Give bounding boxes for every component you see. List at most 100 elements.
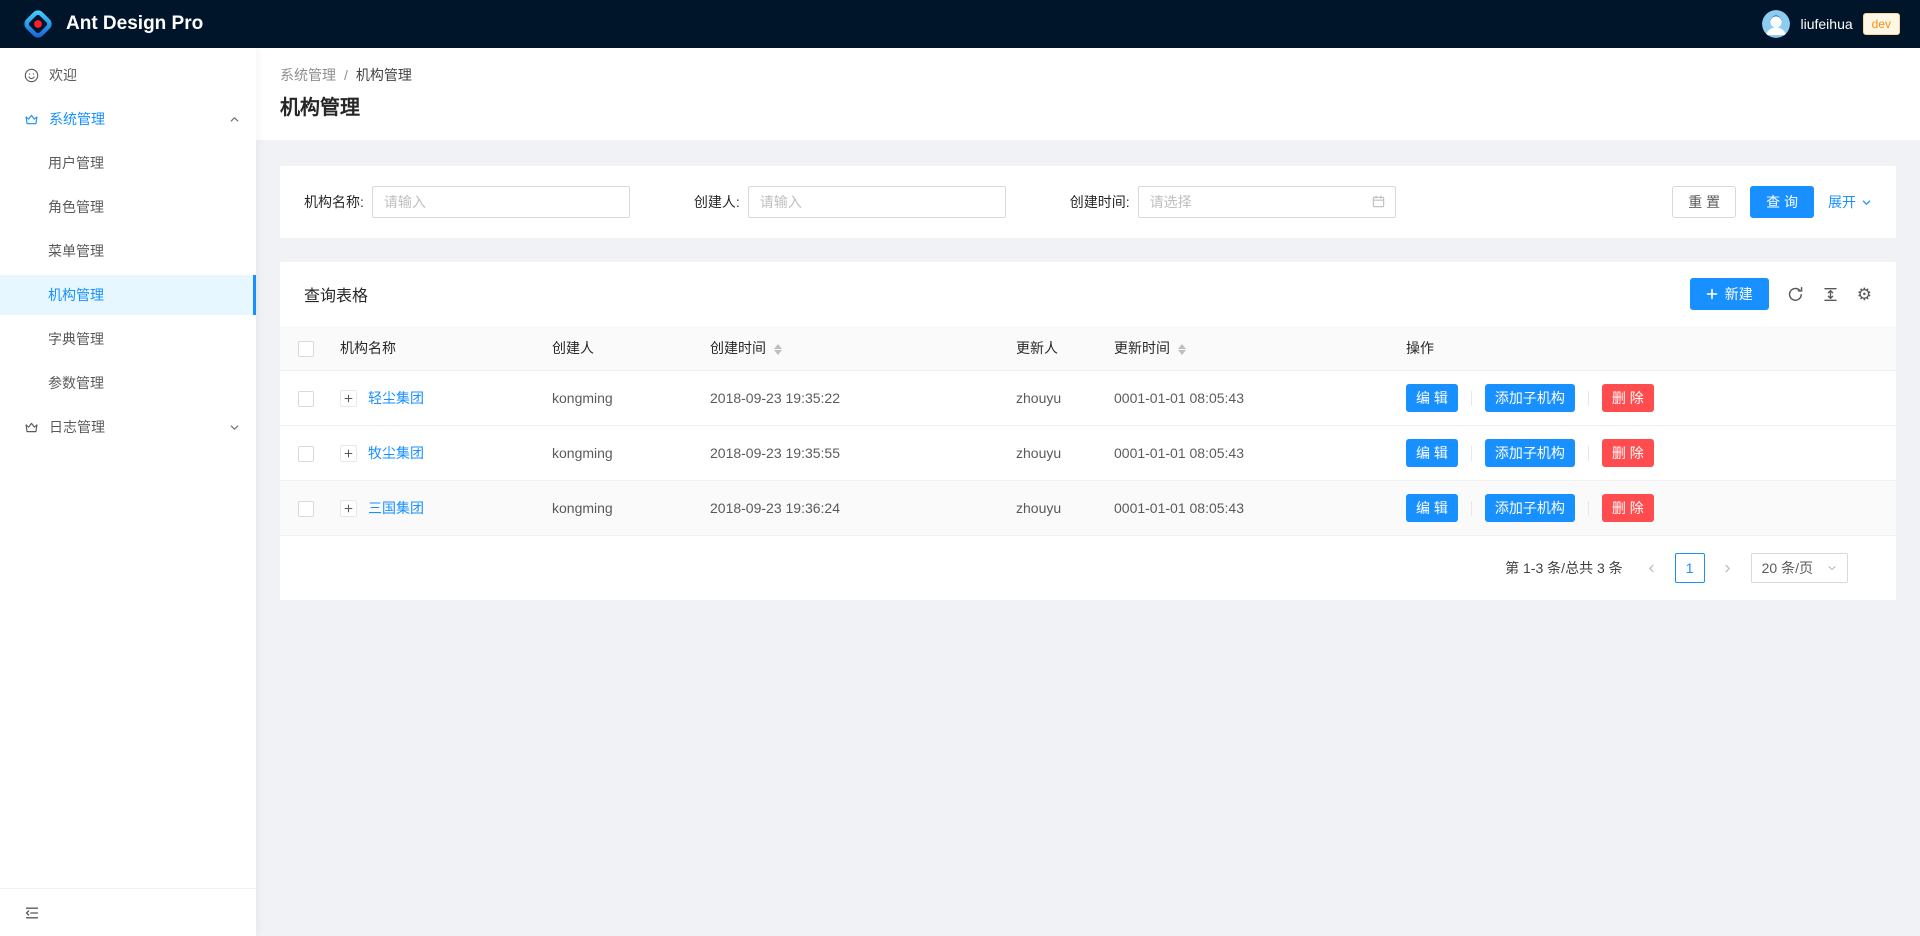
density-icon[interactable]: [1822, 286, 1839, 303]
expand-row-icon[interactable]: [340, 500, 357, 517]
breadcrumb-parent[interactable]: 系统管理: [280, 64, 336, 86]
sidebar-item-menu-mgmt[interactable]: 菜单管理: [0, 231, 256, 271]
pagination-total: 第 1-3 条/总共 3 条: [1505, 558, 1622, 578]
divider: [1471, 446, 1472, 461]
edit-button[interactable]: 编 辑: [1406, 439, 1458, 467]
row-checkbox[interactable]: [298, 391, 314, 407]
col-header-created[interactable]: 创建时间: [702, 326, 1008, 371]
chevron-up-icon: [229, 114, 240, 125]
delete-button[interactable]: 删 除: [1602, 494, 1654, 522]
pagination-next-button[interactable]: [1713, 553, 1743, 583]
expand-form-label: 展开: [1828, 192, 1856, 212]
sidebar-item-dict-mgmt[interactable]: 字典管理: [0, 319, 256, 359]
form-item-creator: 创建人:: [694, 186, 1006, 218]
cell-creator: kongming: [544, 426, 702, 481]
cell-updated-at: 0001-01-01 08:05:43: [1106, 426, 1398, 481]
org-name-input[interactable]: [372, 186, 630, 218]
query-table-card: 查询表格 新建: [280, 262, 1896, 600]
creator-input[interactable]: [748, 186, 1006, 218]
top-bar: Ant Design Pro liufeihua dev: [0, 0, 1920, 48]
sidebar: 欢迎 系统管理 用户管理 角色管理 菜单管理 机构管理 字典管理: [0, 48, 256, 936]
menu-fold-icon: [24, 905, 40, 921]
table-row: 牧尘集团 kongming 2018-09-23 19:35:55 zhouyu…: [280, 426, 1896, 481]
expand-row-icon[interactable]: [340, 390, 357, 407]
add-child-org-button[interactable]: 添加子机构: [1485, 439, 1575, 467]
cell-created-at: 2018-09-23 19:36:24: [702, 481, 1008, 536]
cell-created-at: 2018-09-23 19:35:55: [702, 426, 1008, 481]
col-header-name: 机构名称: [332, 326, 544, 371]
cell-created-at: 2018-09-23 19:35:22: [702, 371, 1008, 426]
username: liufeihua: [1800, 16, 1852, 32]
org-name-link[interactable]: 牧尘集团: [368, 443, 424, 463]
expand-form-link[interactable]: 展开: [1828, 192, 1872, 212]
sidebar-collapse-trigger[interactable]: [0, 888, 256, 936]
edit-button[interactable]: 编 辑: [1406, 494, 1458, 522]
new-button[interactable]: 新建: [1690, 278, 1769, 310]
sidebar-menu: 欢迎 系统管理 用户管理 角色管理 菜单管理 机构管理 字典管理: [0, 48, 256, 447]
col-header-updated[interactable]: 更新时间: [1106, 326, 1398, 371]
sidebar-group-system[interactable]: 系统管理: [0, 99, 256, 139]
row-checkbox[interactable]: [298, 501, 314, 517]
sidebar-item-label: 用户管理: [48, 153, 104, 173]
cell-updater: zhouyu: [1008, 371, 1106, 426]
user-menu[interactable]: liufeihua dev: [1762, 10, 1904, 38]
pagination-prev-button[interactable]: [1637, 553, 1667, 583]
delete-button[interactable]: 删 除: [1602, 384, 1654, 412]
crown-icon: [24, 420, 39, 435]
table-row: 轻尘集团 kongming 2018-09-23 19:35:22 zhouyu…: [280, 371, 1896, 426]
user-avatar: [1762, 10, 1790, 38]
sidebar-item-label: 字典管理: [48, 329, 104, 349]
org-name-link[interactable]: 轻尘集团: [368, 388, 424, 408]
reload-icon[interactable]: [1787, 286, 1804, 303]
reset-button[interactable]: 重 置: [1672, 186, 1736, 218]
divider: [1588, 391, 1589, 406]
chevron-down-icon: [229, 422, 240, 433]
sidebar-group-log[interactable]: 日志管理: [0, 407, 256, 447]
pagination-page-1[interactable]: 1: [1675, 553, 1705, 583]
table-header-row: 机构名称 创建人 创建时间 更新人 更新时间 操作: [280, 326, 1896, 371]
org-name-label: 机构名称:: [304, 192, 364, 212]
select-all-checkbox[interactable]: [298, 341, 314, 357]
sidebar-item-param-mgmt[interactable]: 参数管理: [0, 363, 256, 403]
sidebar-group-label: 日志管理: [49, 417, 105, 437]
page-size-value: 20 条/页: [1762, 558, 1813, 578]
sidebar-group-label: 系统管理: [49, 109, 105, 129]
cell-updater: zhouyu: [1008, 426, 1106, 481]
form-item-created-time: 创建时间:: [1070, 186, 1396, 218]
add-child-org-button[interactable]: 添加子机构: [1485, 494, 1575, 522]
sorter-icon: [774, 344, 782, 355]
page-size-select[interactable]: 20 条/页: [1751, 553, 1848, 583]
sidebar-item-role-mgmt[interactable]: 角色管理: [0, 187, 256, 227]
smile-icon: [24, 68, 39, 83]
crown-icon: [24, 112, 39, 127]
form-item-org-name: 机构名称:: [304, 186, 630, 218]
col-header-creator: 创建人: [544, 326, 702, 371]
edit-button[interactable]: 编 辑: [1406, 384, 1458, 412]
page-title: 机构管理: [280, 94, 1896, 122]
row-checkbox[interactable]: [298, 446, 314, 462]
sidebar-item-user-mgmt[interactable]: 用户管理: [0, 143, 256, 183]
content-area: 机构名称: 创建人: 创建时间:: [256, 140, 1920, 624]
sidebar-item-label: 菜单管理: [48, 241, 104, 261]
query-button[interactable]: 查 询: [1750, 186, 1814, 218]
col-header-ops: 操作: [1398, 326, 1896, 371]
add-child-org-button[interactable]: 添加子机构: [1485, 384, 1575, 412]
expand-row-icon[interactable]: [340, 445, 357, 462]
breadcrumb-separator: /: [344, 64, 348, 86]
org-name-link[interactable]: 三国集团: [368, 498, 424, 518]
delete-button[interactable]: 删 除: [1602, 439, 1654, 467]
sidebar-item-welcome[interactable]: 欢迎: [0, 55, 256, 95]
cell-updated-at: 0001-01-01 08:05:43: [1106, 481, 1398, 536]
settings-gear-icon[interactable]: ⚙: [1857, 286, 1872, 303]
app-logo[interactable]: Ant Design Pro: [22, 8, 203, 40]
new-button-label: 新建: [1725, 284, 1753, 304]
sidebar-item-org-mgmt[interactable]: 机构管理: [0, 275, 256, 315]
chevron-down-icon: [1861, 197, 1872, 208]
sidebar-item-label: 角色管理: [48, 197, 104, 217]
page-header: 系统管理 / 机构管理 机构管理: [256, 48, 1920, 140]
created-time-label: 创建时间:: [1070, 192, 1130, 212]
sidebar-item-label: 机构管理: [48, 285, 104, 305]
created-time-datepicker[interactable]: [1138, 186, 1396, 218]
cell-updated-at: 0001-01-01 08:05:43: [1106, 371, 1398, 426]
search-form-card: 机构名称: 创建人: 创建时间:: [280, 166, 1896, 238]
